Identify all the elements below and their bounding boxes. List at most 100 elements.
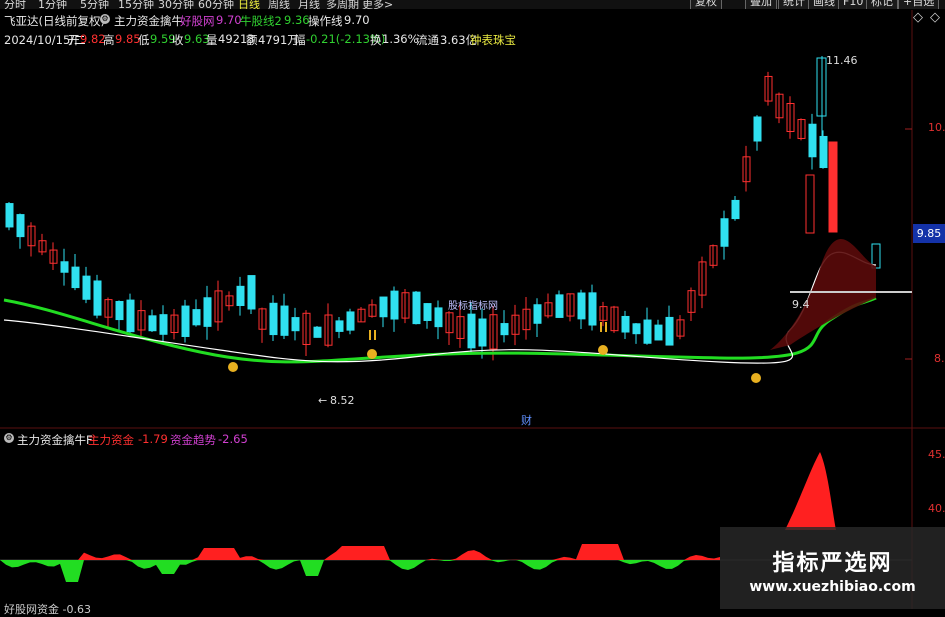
candle-body bbox=[5, 203, 14, 228]
candle-body bbox=[126, 299, 135, 333]
caozuo-value: 9.70 bbox=[344, 13, 370, 27]
sub-y-label-45: 45. bbox=[928, 448, 945, 461]
candle-body bbox=[236, 285, 245, 306]
caozuo-label: 操作线 bbox=[308, 14, 343, 28]
sub-indicator-title: 主力资金擒牛F bbox=[17, 433, 93, 447]
buy-signal-icon bbox=[367, 349, 377, 359]
candle-body bbox=[555, 294, 564, 318]
buy-signal-icon bbox=[228, 362, 238, 372]
candle-body bbox=[434, 307, 443, 328]
float-label: 流通 bbox=[416, 33, 439, 47]
high-value: 9.85 bbox=[115, 32, 141, 46]
indicator-name: 主力资金擒牛 bbox=[114, 14, 183, 28]
candle-body bbox=[82, 275, 91, 300]
candle-body bbox=[478, 318, 487, 347]
candle-body bbox=[93, 280, 102, 316]
candle-body bbox=[390, 290, 399, 320]
low-label: 低 bbox=[138, 33, 150, 47]
amount-value: 4791万 bbox=[258, 33, 299, 47]
sub-y-label-40: 40. bbox=[928, 502, 945, 515]
amount-label: 额 bbox=[246, 33, 258, 47]
candle-body bbox=[423, 303, 432, 321]
close-label: 收 bbox=[172, 33, 184, 47]
candle-body bbox=[500, 323, 509, 336]
candle-body bbox=[533, 304, 542, 324]
signal-bar bbox=[605, 322, 607, 332]
candle-body bbox=[467, 313, 476, 349]
main-fund-value: -1.79 bbox=[138, 432, 168, 446]
candle-body bbox=[577, 292, 586, 320]
bottom-indicator-text: 好股网资金 -0.63 bbox=[4, 603, 91, 616]
open-value: 9.82 bbox=[80, 32, 106, 46]
signal-bar bbox=[600, 322, 602, 332]
finance-marker[interactable]: 财 bbox=[521, 412, 532, 428]
turnover-value: 1.36% bbox=[382, 32, 419, 46]
op-line-label: 9.4 bbox=[792, 298, 810, 311]
candle-body bbox=[379, 296, 388, 318]
buy-signal-icon bbox=[751, 373, 761, 383]
current-price-tag: 9.85 bbox=[913, 224, 945, 243]
candle-body bbox=[335, 320, 344, 332]
candle-body bbox=[731, 199, 740, 220]
candle-body bbox=[148, 315, 157, 332]
candle-body bbox=[291, 317, 300, 332]
min-arrow-icon: ← bbox=[318, 394, 328, 407]
vol-label: 量 bbox=[206, 33, 218, 47]
candle-body bbox=[60, 261, 69, 273]
candle-body bbox=[71, 266, 80, 289]
candle-body bbox=[203, 297, 212, 327]
candle-body bbox=[720, 218, 729, 247]
watermark-title: 指标严选网 bbox=[772, 551, 893, 576]
watermark-url: www.xuezhibiao.com bbox=[749, 579, 916, 595]
signal-bar bbox=[374, 330, 376, 340]
ma-fill-area bbox=[770, 238, 876, 350]
fund-flow-spike bbox=[785, 452, 836, 530]
candle-body bbox=[654, 324, 663, 341]
min-price-label: 8.52 bbox=[330, 394, 355, 407]
candle-body bbox=[819, 135, 828, 169]
y-axis-label-8: 8. bbox=[934, 352, 945, 365]
high-label: 高 bbox=[103, 33, 115, 47]
candle-body bbox=[808, 123, 817, 158]
candle-body bbox=[16, 214, 25, 238]
candle-body bbox=[621, 315, 630, 333]
candle-body bbox=[588, 292, 597, 326]
fund-flow-negative bbox=[0, 560, 720, 582]
candle-body bbox=[346, 311, 355, 331]
fund-flow-positive bbox=[0, 544, 720, 560]
candle-body bbox=[643, 319, 652, 344]
candle-body bbox=[115, 301, 124, 321]
buy-signal-icon bbox=[598, 345, 608, 355]
open-label: 开 bbox=[68, 33, 80, 47]
niugu-label: 牛股线2 bbox=[240, 14, 282, 28]
fund-trend-value: -2.65 bbox=[218, 432, 248, 446]
red-candle-body bbox=[828, 141, 838, 233]
red-candle-body-2 bbox=[805, 174, 815, 234]
candle-body bbox=[665, 316, 674, 346]
settings-icon[interactable]: ⚙ bbox=[100, 14, 110, 24]
chart-watermark: 股标指标网 bbox=[448, 301, 498, 312]
fund-trend-label: 资金趋势 bbox=[170, 433, 216, 447]
candle-body bbox=[313, 326, 322, 338]
diamond-icon[interactable]: ◇ bbox=[913, 10, 923, 25]
candle-body bbox=[280, 305, 289, 336]
candle-body bbox=[412, 291, 421, 325]
main-fund-label: 主力资金 bbox=[88, 433, 134, 447]
expand-icon[interactable]: ◇ bbox=[930, 10, 940, 25]
haogu-label: 好股网 bbox=[180, 14, 215, 28]
candle-body bbox=[269, 302, 278, 336]
max-price-label: 11.46 bbox=[826, 54, 858, 67]
signal-bar bbox=[369, 330, 371, 340]
candle-body bbox=[753, 116, 762, 142]
candle-body bbox=[192, 309, 201, 326]
candle-body bbox=[632, 323, 641, 335]
candle-body bbox=[181, 305, 190, 337]
candle-body bbox=[247, 275, 256, 310]
site-watermark: 指标严选网 www.xuezhibiao.com bbox=[720, 527, 945, 609]
sub-settings-icon[interactable]: ⚙ bbox=[4, 433, 14, 443]
candle-body bbox=[159, 314, 168, 335]
haogu-value: 9.70 bbox=[216, 13, 242, 27]
industry-link[interactable]: 钟表珠宝 bbox=[470, 32, 516, 48]
y-axis-label-10: 10. bbox=[928, 121, 945, 134]
niugu-value: 9.36 bbox=[284, 13, 310, 27]
